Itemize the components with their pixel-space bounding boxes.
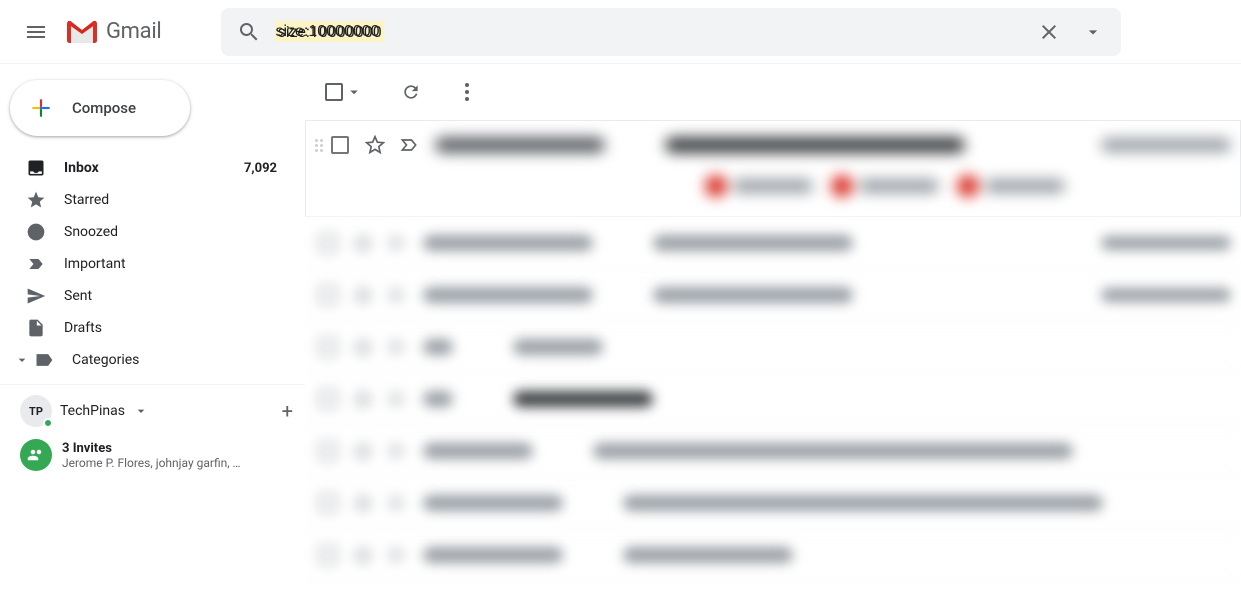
main-content: Compose Inbox 7,092 Starred Snoozed Impo…	[0, 64, 1241, 592]
mail-row[interactable]	[305, 321, 1241, 373]
hangouts-user-row[interactable]: TP TechPinas +	[20, 395, 293, 427]
refresh-icon	[401, 82, 421, 102]
hamburger-icon	[24, 20, 48, 44]
search-icon	[237, 20, 261, 44]
more-vertical-icon	[465, 83, 469, 101]
caret-down-icon[interactable]	[345, 83, 363, 101]
sent-icon	[26, 286, 46, 306]
hangouts-invite-row[interactable]: 3 Invites Jerome P. Flores, johnjay garf…	[20, 439, 293, 471]
nav-list: Inbox 7,092 Starred Snoozed Important Se…	[0, 152, 305, 376]
mail-list	[305, 120, 1241, 581]
compose-button[interactable]: Compose	[10, 80, 190, 136]
compose-label: Compose	[72, 99, 136, 117]
nav-label: Sent	[64, 288, 277, 304]
label-icon	[34, 350, 54, 370]
gmail-envelope-icon	[64, 18, 100, 46]
date-redacted	[1101, 138, 1231, 152]
clock-icon	[26, 222, 46, 242]
presence-dot-icon	[43, 418, 53, 428]
mail-row[interactable]	[305, 529, 1241, 581]
caret-down-icon[interactable]	[133, 403, 149, 419]
hangouts-panel: TP TechPinas + 3 Invites Jerome P. Flore…	[0, 384, 305, 471]
star-icon[interactable]	[365, 135, 385, 155]
sidebar-item-sent[interactable]: Sent	[0, 280, 289, 312]
more-actions-button[interactable]	[447, 72, 487, 112]
star-icon	[26, 190, 46, 210]
search-input[interactable]	[269, 23, 1029, 41]
sender-redacted	[435, 137, 605, 153]
sidebar-item-important[interactable]: Important	[0, 248, 289, 280]
search-options-button[interactable]	[1073, 12, 1113, 52]
refresh-button[interactable]	[391, 72, 431, 112]
mail-toolbar	[305, 64, 1241, 120]
sidebar-item-drafts[interactable]: Drafts	[0, 312, 289, 344]
attachment-chip[interactable]	[831, 175, 939, 197]
nav-label: Categories	[72, 352, 277, 368]
hangouts-username: TechPinas	[60, 403, 125, 419]
subject-redacted	[665, 137, 965, 153]
inbox-count: 7,092	[244, 161, 277, 176]
invite-subtitle: Jerome P. Flores, johnjay garfin, …	[62, 456, 241, 470]
mail-row[interactable]	[305, 373, 1241, 425]
inbox-icon	[26, 158, 46, 178]
search-button[interactable]	[229, 12, 269, 52]
nav-label: Inbox	[64, 160, 244, 176]
mail-row[interactable]	[305, 425, 1241, 477]
mail-row[interactable]	[305, 121, 1241, 217]
expand-caret[interactable]	[10, 352, 34, 368]
close-icon	[1037, 20, 1061, 44]
mail-row[interactable]	[305, 217, 1241, 269]
attachment-chip[interactable]	[957, 175, 1065, 197]
mail-panel	[305, 64, 1241, 592]
select-all-checkbox[interactable]	[325, 83, 343, 101]
clear-search-button[interactable]	[1029, 12, 1069, 52]
sidebar-item-snoozed[interactable]: Snoozed	[0, 216, 289, 248]
nav-label: Snoozed	[64, 224, 277, 240]
sidebar: Compose Inbox 7,092 Starred Snoozed Impo…	[0, 64, 305, 592]
search-bar: size:10000000	[221, 8, 1121, 56]
nav-label: Drafts	[64, 320, 277, 336]
row-checkbox[interactable]	[331, 136, 349, 154]
main-menu-button[interactable]	[12, 8, 60, 56]
drafts-icon	[26, 318, 46, 338]
gmail-wordmark: Gmail	[106, 19, 161, 44]
sidebar-item-inbox[interactable]: Inbox 7,092	[0, 152, 289, 184]
select-all-control[interactable]	[325, 83, 363, 101]
sidebar-item-categories[interactable]: Categories	[0, 344, 289, 376]
mail-row[interactable]	[305, 269, 1241, 321]
invite-title: 3 Invites	[62, 441, 241, 456]
new-conversation-button[interactable]: +	[282, 399, 293, 423]
drag-handle-icon[interactable]	[313, 139, 325, 152]
invite-icon	[20, 439, 52, 471]
nav-label: Important	[64, 256, 277, 272]
gmail-logo[interactable]: Gmail	[64, 18, 161, 46]
important-icon	[26, 254, 46, 274]
plus-icon	[28, 95, 54, 121]
important-marker-icon[interactable]	[399, 135, 419, 155]
caret-down-icon	[1083, 22, 1103, 42]
app-header: Gmail size:10000000	[0, 0, 1241, 64]
attachment-chip[interactable]	[705, 175, 813, 197]
sidebar-item-starred[interactable]: Starred	[0, 184, 289, 216]
mail-row[interactable]	[305, 477, 1241, 529]
nav-label: Starred	[64, 192, 277, 208]
avatar: TP	[20, 395, 52, 427]
